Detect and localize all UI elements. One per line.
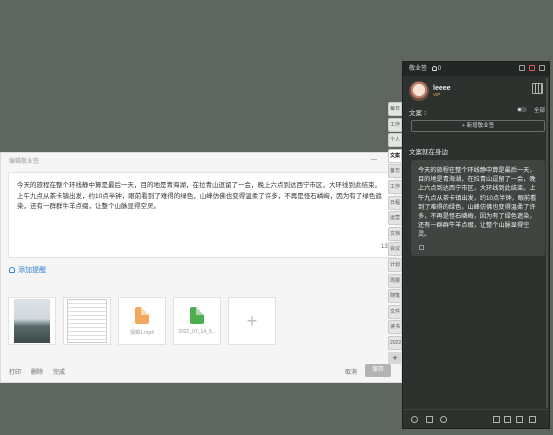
tab-category[interactable]: 运营	[388, 211, 402, 226]
delete-button[interactable]: 删除	[31, 367, 43, 376]
section-title: 文案就在身边	[409, 149, 448, 156]
filter-toggle[interactable]	[517, 107, 527, 112]
save-button[interactable]: 保存	[365, 364, 391, 377]
editor-title: 编辑敬业签	[9, 159, 40, 165]
group-header: 文案 2 全部	[409, 107, 545, 117]
attachment-photo[interactable]	[8, 297, 56, 345]
lake-photo-thumbnail	[14, 299, 50, 343]
filter-all-dropdown[interactable]: 全部	[534, 106, 545, 114]
note-card-text: 今天的旅程在整个环线静中算是最后一天，目的地是青海湖，在拉青山逗留了一会，晚上六…	[418, 167, 537, 239]
plus-icon: +	[246, 310, 258, 331]
tab-category[interactable]: 会议	[388, 242, 402, 257]
user-profile[interactable]: leeee VIP	[409, 81, 451, 101]
bell-icon	[9, 267, 15, 273]
tab-category[interactable]: 周报	[388, 273, 402, 288]
category-tabs: 每日 工作 个人 文案 备忘 工作 日程 运营 文档 会议 计划 周报 随笔 文…	[388, 102, 402, 364]
pin-icon[interactable]	[539, 65, 545, 71]
app-title: 敬业签	[409, 66, 428, 72]
tab-category[interactable]: 个人	[388, 133, 402, 148]
tab-category[interactable]: 文档	[388, 226, 402, 241]
notes-side-panel: 敬业签 0 leeee VIP 文案 2 全部 + 新增敬业签 文案就在身边 今…	[402, 61, 550, 429]
panel-titlebar: 敬业签 0	[403, 62, 549, 76]
tab-category[interactable]: 每日	[388, 102, 402, 116]
cloud-icon[interactable]	[519, 65, 525, 71]
calendar-small-icon[interactable]	[426, 416, 433, 423]
bell-icon[interactable]	[431, 65, 437, 71]
group-name: 文案	[409, 110, 422, 117]
tab-category[interactable]: 读书	[388, 320, 402, 335]
attachment-name: 视频1.mp4	[130, 329, 154, 336]
panel-toolbar	[403, 409, 549, 428]
minimize-icon[interactable]	[371, 159, 377, 160]
new-note-button[interactable]: + 新增敬业签	[411, 120, 545, 132]
add-reminder-link[interactable]: 添加提醒	[9, 265, 46, 275]
attachment-name: 2022_07_14_0...	[178, 329, 216, 335]
add-reminder-label: 添加提醒	[18, 267, 46, 274]
list-icon[interactable]	[529, 416, 536, 423]
titlebar-controls	[519, 65, 545, 71]
note-card[interactable]: 今天的旅程在整个环线静中算是最后一天，目的地是青海湖，在拉青山逗留了一会，晚上六…	[411, 160, 545, 256]
vip-badge: VIP	[433, 92, 441, 97]
message-icon[interactable]	[529, 65, 535, 71]
tab-category[interactable]: 日程	[388, 195, 402, 210]
tab-category-active[interactable]: 文案	[388, 148, 402, 163]
done-button[interactable]: 完成	[53, 367, 65, 376]
attachment-video[interactable]: 视频1.mp4	[118, 297, 166, 345]
group-count: 2	[423, 111, 427, 117]
add-attachment-button[interactable]: +	[228, 297, 276, 345]
add-category-button[interactable]: +	[388, 351, 402, 364]
tab-category[interactable]: 备忘	[388, 164, 402, 179]
attachment-sheet[interactable]: 2022_07_14_0...	[173, 297, 221, 345]
panel-scrollbar[interactable]	[546, 78, 548, 408]
print-button[interactable]: 打印	[9, 367, 21, 376]
document-thumbnail	[67, 299, 107, 343]
grid-icon[interactable]	[516, 416, 523, 423]
note-editor-dialog: 编辑敬业签 今天的旅程在整个环线静中算是最后一天，目的地是青海湖，在拉青山逗留了…	[0, 152, 402, 383]
calendar-icon[interactable]	[532, 83, 543, 94]
tab-category[interactable]: 工作	[388, 117, 402, 132]
video-file-icon	[135, 306, 149, 324]
attachment-list: 视频1.mp4 2022_07_14_0... +	[8, 297, 276, 345]
tab-category[interactable]: 随笔	[388, 289, 402, 304]
avatar[interactable]	[409, 81, 429, 101]
tab-category[interactable]: 工作	[388, 179, 402, 194]
editor-footer-actions: 打印 删除 完成	[9, 367, 65, 376]
spreadsheet-file-icon	[190, 307, 204, 324]
add-icon[interactable]	[493, 416, 500, 423]
tab-category[interactable]: 文件	[388, 304, 402, 319]
clock-icon[interactable]	[411, 416, 418, 423]
attachment-document[interactable]	[63, 297, 111, 345]
bell-count: 0	[437, 66, 442, 72]
search-icon[interactable]	[440, 416, 447, 423]
attachment-icon	[419, 245, 424, 250]
note-content-textarea[interactable]: 今天的旅程在整个环线静中算是最后一天，目的地是青海湖，在拉青山逗留了一会，晚上六…	[8, 172, 396, 258]
user-name: leeee	[433, 85, 451, 92]
layout-icon[interactable]	[504, 416, 511, 423]
tab-category[interactable]: 2022	[388, 335, 402, 350]
cancel-button[interactable]: 取消	[345, 367, 357, 376]
tab-category[interactable]: 计划	[388, 257, 402, 272]
